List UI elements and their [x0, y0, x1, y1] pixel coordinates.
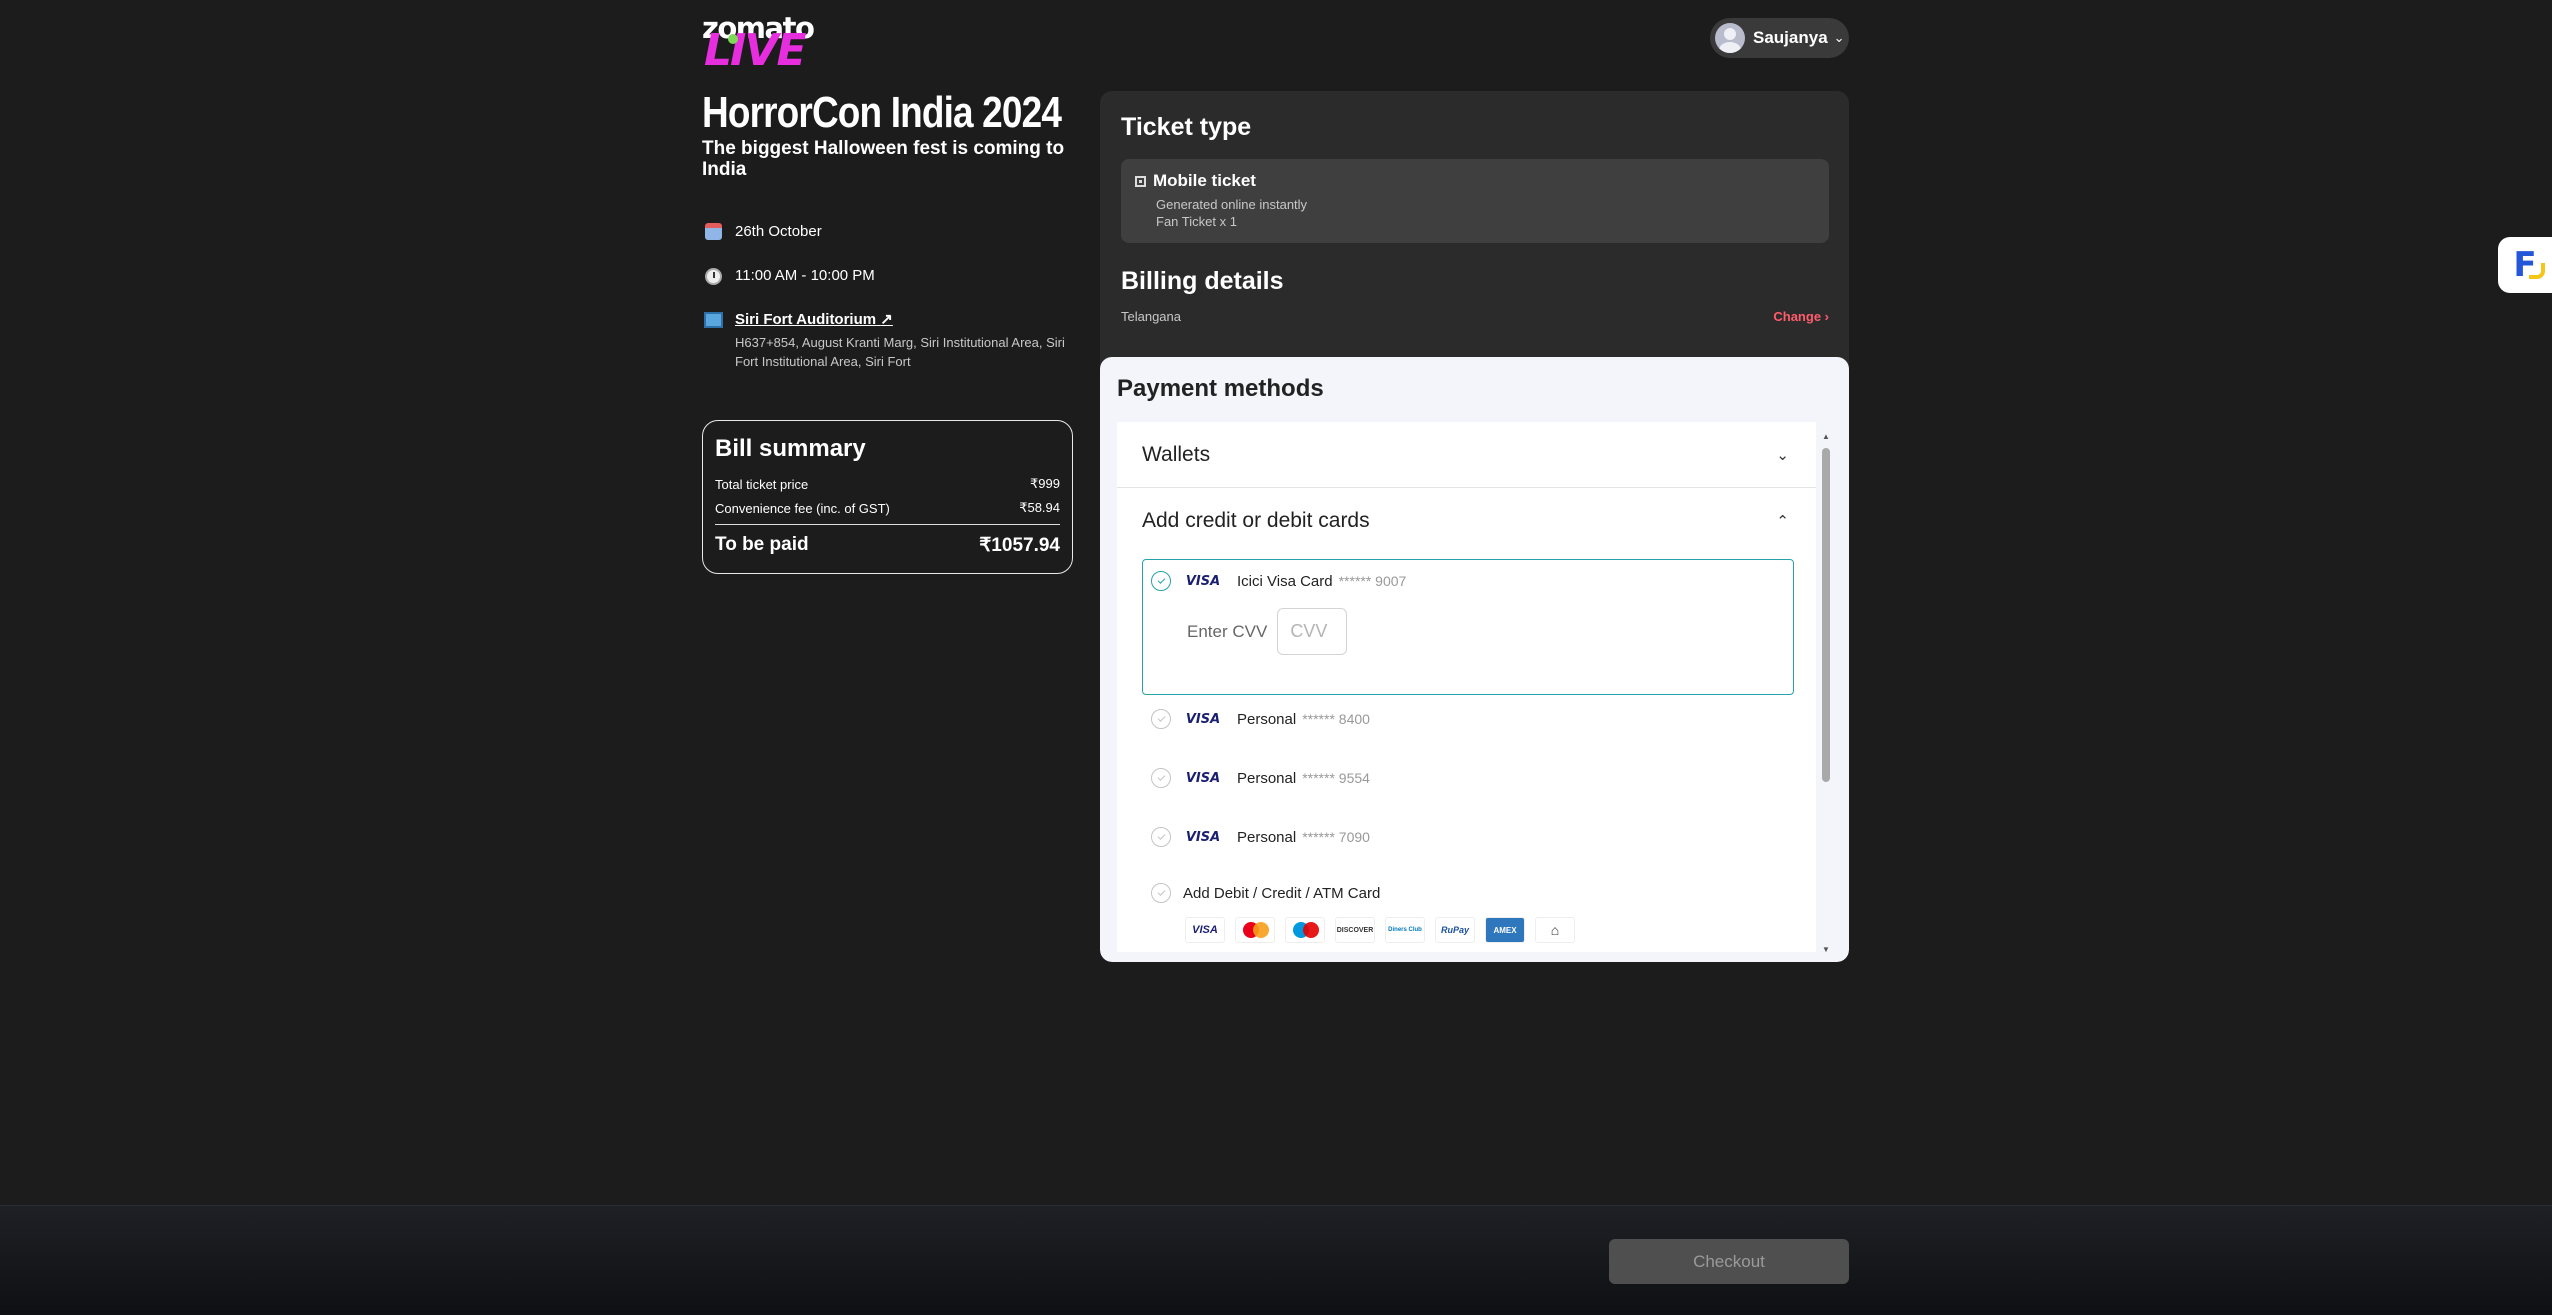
mastercard-logo [1235, 917, 1275, 943]
logo-live-text: LIVE [704, 25, 807, 76]
check-circle-icon[interactable] [1151, 571, 1171, 591]
card-number: ****** 9554 [1302, 770, 1370, 786]
ticket-qty: Fan Ticket x 1 [1156, 214, 1237, 229]
venue-link[interactable]: Siri Fort Auditorium ↗ [735, 311, 893, 328]
bank-icon: ⌂ [1535, 917, 1575, 943]
cvv-input[interactable] [1277, 608, 1348, 655]
scroll-up-arrow-icon[interactable]: ▲ [1822, 432, 1830, 441]
visa-logo: VISA [1185, 573, 1221, 589]
card-name: Personal [1237, 828, 1297, 846]
wallets-label: Wallets [1142, 442, 1211, 466]
billing-title: Billing details [1121, 267, 1284, 295]
visa-logo: VISA [1185, 770, 1221, 786]
event-date-row: 26th October [702, 222, 822, 242]
billing-state: Telangana [1121, 309, 1181, 324]
visa-logo: VISA [1185, 917, 1225, 943]
saved-card-1[interactable]: VISA Icici Visa Card ****** 9007 [1142, 570, 1406, 592]
ticket-type-title: Ticket type [1121, 113, 1252, 141]
payment-scrollbar[interactable]: ▲ ▼ [1820, 432, 1832, 954]
discover-logo: DISCOVER [1335, 917, 1375, 943]
add-new-card[interactable]: Add Debit / Credit / ATM Card [1142, 883, 1380, 903]
billing-row: Telangana Change › [1121, 309, 1829, 324]
card-number: ****** 7090 [1302, 829, 1370, 845]
card-number: ****** 8400 [1302, 711, 1370, 727]
wallets-accordion[interactable]: Wallets ⌄ [1117, 422, 1816, 488]
check-circle-icon[interactable] [1151, 883, 1171, 903]
event-venue-row: Siri Fort Auditorium ↗ H637+854, August … [702, 310, 1075, 371]
card-name: Personal [1237, 710, 1297, 728]
fee-value: ₹58.94 [1019, 500, 1060, 515]
saved-card-3[interactable]: VISA Personal ****** 9554 [1142, 767, 1370, 789]
check-circle-icon[interactable] [1151, 827, 1171, 847]
amex-logo: AMEX [1485, 917, 1525, 943]
saved-card-2[interactable]: VISA Personal ****** 8400 [1142, 708, 1370, 730]
event-time-row: 11:00 AM - 10:00 PM [702, 266, 875, 286]
bill-ticket-row: Total ticket price ₹999 [715, 472, 1060, 496]
logo-dot [728, 34, 738, 44]
qr-code-icon [1135, 175, 1146, 187]
cards-label: Add credit or debit cards [1142, 509, 1370, 532]
chevron-up-icon: ⌃ [1776, 513, 1789, 530]
cards-accordion[interactable]: Add credit or debit cards ⌃ [1117, 488, 1816, 554]
visa-logo: VISA [1185, 711, 1221, 727]
cvv-row: Enter CVV [1187, 608, 1348, 655]
venue-address: H637+854, August Kranti Marg, Siri Insti… [735, 335, 1065, 369]
card-name: Personal [1237, 769, 1297, 787]
footer-bar: Checkout [0, 1205, 2552, 1315]
event-subtitle: The biggest Halloween fest is coming to … [702, 138, 1065, 180]
total-value: ₹1057.94 [979, 534, 1060, 556]
fee-label: Convenience fee (inc. of GST) [715, 500, 890, 516]
chevron-down-icon: ⌄ [1776, 446, 1789, 464]
maestro-logo [1285, 917, 1325, 943]
event-date: 26th October [735, 223, 822, 240]
check-circle-icon[interactable] [1151, 768, 1171, 788]
ticket-desc: Generated online instantly [1156, 197, 1308, 212]
check-circle-icon[interactable] [1151, 709, 1171, 729]
clock-icon [702, 266, 724, 286]
payment-panel: Wallets ⌄ Add credit or debit cards ⌃ VI… [1117, 422, 1816, 952]
payment-methods-title: Payment methods [1117, 375, 1324, 402]
bill-divider [715, 524, 1060, 525]
ticket-type-box: Mobile ticket Generated online instantly… [1121, 159, 1829, 243]
user-name: Saujanya [1753, 28, 1828, 47]
extension-fab-icon[interactable]: F [2498, 237, 2552, 293]
rupay-logo: RuPay [1435, 917, 1475, 943]
ticket-price-label: Total ticket price [715, 476, 809, 492]
extension-f-icon: F [2513, 245, 2545, 285]
ticket-name: Mobile ticket [1153, 171, 1256, 190]
card-name: Icici Visa Card [1237, 572, 1333, 590]
add-card-label: Add Debit / Credit / ATM Card [1183, 884, 1381, 902]
scroll-down-arrow-icon[interactable]: ▼ [1822, 945, 1830, 954]
visa-logo: VISA [1185, 829, 1221, 845]
zomato-live-logo[interactable]: zomato LIVE [702, 12, 815, 74]
event-title: HorrorCon India 2024 [702, 88, 1062, 137]
change-billing-link[interactable]: Change › [1773, 309, 1829, 324]
user-menu-button[interactable]: Saujanya ⌄ [1710, 18, 1849, 58]
ticket-price-value: ₹999 [1030, 476, 1060, 491]
map-icon [702, 310, 724, 330]
external-link-icon: ↗ [880, 311, 893, 328]
bill-summary-title: Bill summary [715, 435, 866, 462]
chevron-down-icon: ⌄ [1833, 30, 1845, 45]
bill-summary: Bill summary Total ticket price ₹999 Con… [702, 420, 1073, 574]
bill-total-row: To be paid ₹1057.94 [715, 531, 1060, 559]
bill-fee-row: Convenience fee (inc. of GST) ₹58.94 [715, 496, 1060, 520]
calendar-icon [702, 222, 724, 242]
diners-club-logo: Diners Club [1385, 917, 1425, 943]
event-time: 11:00 AM - 10:00 PM [735, 267, 875, 284]
saved-card-4[interactable]: VISA Personal ****** 7090 [1142, 826, 1370, 848]
cvv-label: Enter CVV [1187, 621, 1268, 641]
venue-name: Siri Fort Auditorium [735, 311, 877, 328]
card-network-logos: VISA DISCOVER Diners Club RuPay AMEX ⌂ [1185, 917, 1585, 943]
avatar [1715, 23, 1745, 53]
card-number: ****** 9007 [1338, 573, 1407, 589]
payment-methods-section: Payment methods Wallets ⌄ Add credit or … [1100, 357, 1849, 962]
scroll-thumb[interactable] [1822, 448, 1830, 782]
checkout-button[interactable]: Checkout [1609, 1239, 1849, 1284]
total-label: To be paid [715, 534, 809, 555]
checkout-card: Ticket type Mobile ticket Generated onli… [1100, 91, 1849, 962]
